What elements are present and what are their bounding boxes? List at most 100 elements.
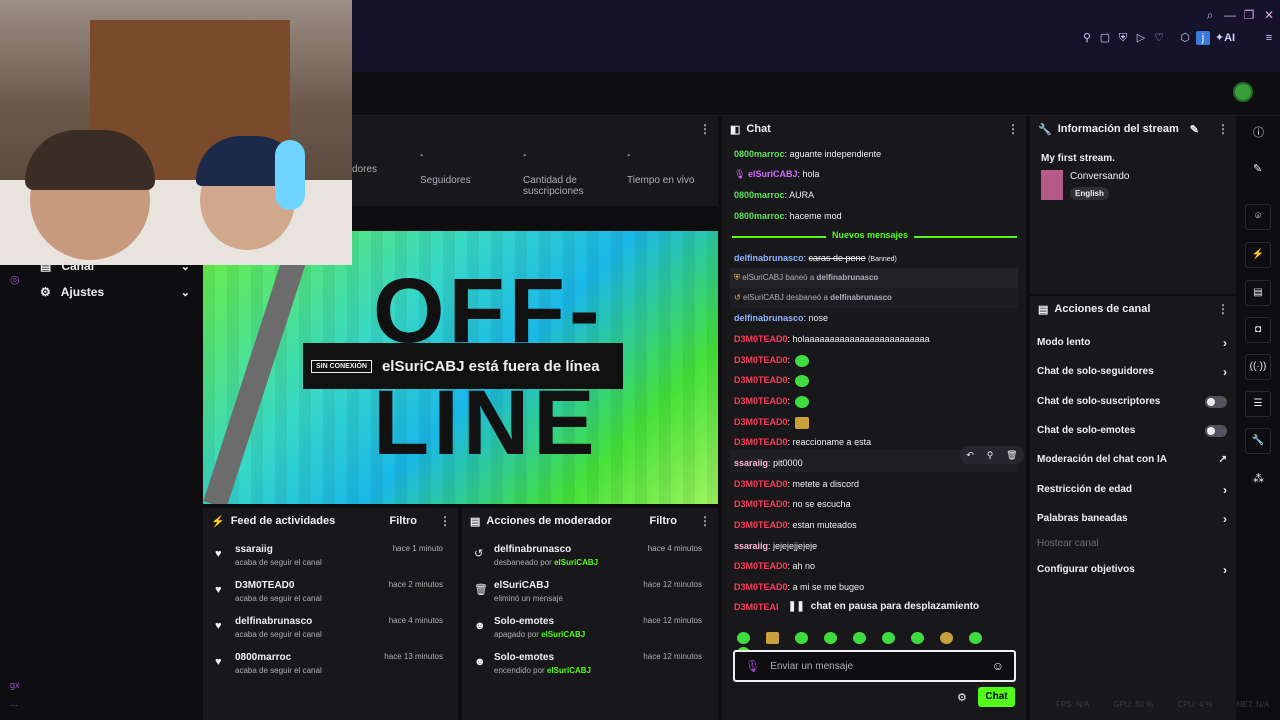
feed-name[interactable]: Solo-emotes: [494, 652, 554, 663]
wrench-icon[interactable]: 🔧: [1245, 428, 1271, 454]
chat-username[interactable]: D3M0TEAD0: [734, 417, 788, 427]
unban-target[interactable]: delfinabrunasco: [830, 293, 892, 302]
info-icon[interactable]: ⓘ: [1253, 124, 1264, 140]
doc-icon[interactable]: ▤: [1245, 280, 1271, 306]
action-age-restriction[interactable]: Restricción de edad ›: [1037, 482, 1227, 498]
obs-icon[interactable]: ◎: [10, 273, 20, 286]
chat-username[interactable]: D3M0TEAD0: [734, 334, 788, 344]
category-thumbnail[interactable]: [1041, 170, 1063, 200]
chat-icon[interactable]: ◘: [1245, 317, 1271, 343]
chat-input[interactable]: 🎙 Enviar un mensaje ☺: [733, 650, 1016, 682]
filter-button[interactable]: Filtro: [390, 515, 418, 527]
action-emotes-only[interactable]: Chat de solo-emotes: [1037, 423, 1227, 439]
feed-by[interactable]: elSuriCABJ: [541, 630, 585, 639]
emote-icon[interactable]: [795, 632, 808, 644]
emote-icon[interactable]: [794, 354, 809, 367]
chat-message[interactable]: D3M0TEAD0:: [734, 394, 809, 408]
more-options-icon[interactable]: ⋮: [439, 514, 451, 528]
chat-username[interactable]: D3M0TEAD0: [734, 520, 788, 530]
emote-icon[interactable]: [824, 632, 837, 644]
chat-username[interactable]: D3M0TEAD0: [734, 437, 788, 447]
shield-icon[interactable]: ⛨: [1116, 31, 1130, 45]
chat-message[interactable]: D3M0TEAD0: holaaaaaaaaaaaaaaaaaaaaaaaaa: [734, 332, 930, 346]
heart-icon[interactable]: ♡: [1152, 31, 1166, 45]
action-ai-moderation[interactable]: Moderación del chat con IA ↗: [1037, 452, 1227, 468]
chat-username[interactable]: elSuriCABJ: [748, 169, 798, 179]
action-followers-only[interactable]: Chat de solo-seguidores ›: [1037, 364, 1227, 380]
chat-message[interactable]: D3M0TEAD0: ah no: [734, 559, 815, 573]
ban-target[interactable]: delfinabrunasco: [817, 273, 879, 282]
emoji-icon[interactable]: ☺: [992, 659, 1004, 673]
chat-settings-icon[interactable]: ⚙: [957, 691, 967, 704]
emote-icon[interactable]: [969, 632, 982, 644]
emote-icon[interactable]: [911, 632, 924, 644]
feed-name[interactable]: Solo-emotes: [494, 616, 554, 627]
filter-button[interactable]: Filtro: [650, 515, 678, 527]
more-options-icon[interactable]: ⋮: [699, 122, 711, 136]
chat-message[interactable]: 0800marroc: aguante independiente: [734, 147, 881, 161]
chat-message[interactable]: 0800marroc: AURA: [734, 188, 814, 202]
extensions-icon[interactable]: ⁂: [1253, 472, 1264, 485]
chat-username[interactable]: 0800marroc: [734, 211, 785, 221]
chat-message[interactable]: 🎙 elSuriCABJ: hola: [734, 167, 820, 181]
emote-icon[interactable]: [794, 395, 809, 408]
extensions-icon[interactable]: ⬡: [1178, 31, 1192, 45]
emote-icon[interactable]: [940, 632, 953, 644]
chat-message[interactable]: ssaraiig: jejejejjejeje: [734, 539, 817, 553]
more-options-icon[interactable]: ⋮: [1217, 122, 1229, 136]
edit-icon[interactable]: ✎: [1253, 162, 1262, 175]
action-configure-goals[interactable]: Configurar objetivos ›: [1037, 562, 1227, 578]
profile-j-icon[interactable]: j: [1196, 31, 1210, 45]
list-icon[interactable]: ☰: [1245, 391, 1271, 417]
chat-message[interactable]: D3M0TEAD0: a mi se me bugeo: [734, 580, 864, 594]
action-slow-mode[interactable]: Modo lento ›: [1037, 335, 1227, 351]
feed-by[interactable]: elSuriCABJ: [554, 558, 598, 567]
chat-username[interactable]: delfinabrunasco: [734, 253, 804, 263]
chat-message[interactable]: D3M0TEAD0:: [734, 415, 809, 429]
more-options-icon[interactable]: ⋮: [1007, 122, 1019, 136]
chat-message[interactable]: D3M0TEAD0: estan muteados: [734, 518, 857, 532]
chat-username[interactable]: D3M0TEAD0: [734, 375, 788, 385]
sidebar-item-ajustes[interactable]: ⚙ Ajustes ⌄: [40, 282, 190, 302]
chat-message[interactable]: D3M0TEAD0: reaccioname a esta: [734, 435, 871, 449]
subscribers-only-toggle[interactable]: [1205, 396, 1227, 408]
ai-icon[interactable]: ✦AI: [1214, 31, 1236, 45]
menu-icon[interactable]: ≡: [1262, 31, 1276, 45]
action-subscribers-only[interactable]: Chat de solo-suscriptores: [1037, 394, 1227, 410]
chat-username[interactable]: D3M0TEAD0: [734, 479, 788, 489]
broadcast-icon[interactable]: ((·)): [1245, 354, 1271, 380]
action-banned-words[interactable]: Palabras baneadas ›: [1037, 511, 1227, 527]
pin-icon[interactable]: ⚲: [987, 450, 994, 461]
more-icon[interactable]: ...: [10, 698, 18, 708]
chat-message[interactable]: delfinabrunasco: caras de pene (Banned): [734, 251, 897, 265]
play-icon[interactable]: ▷: [1134, 31, 1148, 45]
edit-icon[interactable]: ✎: [1190, 123, 1199, 136]
feed-name[interactable]: delfinabrunasco: [235, 616, 312, 627]
chat-message[interactable]: D3M0TEAD0: metete a discord: [734, 477, 859, 491]
feed-name[interactable]: delfinabrunasco: [494, 544, 571, 555]
feed-name[interactable]: 0800marroc: [235, 652, 291, 663]
mic-icon[interactable]: 🎙: [745, 659, 760, 673]
pin-icon[interactable]: ⚲: [1080, 31, 1094, 45]
close-icon[interactable]: ✕: [1262, 8, 1276, 22]
search-icon[interactable]: ⌕: [1203, 8, 1217, 22]
feed-by[interactable]: elSuriCABJ: [547, 666, 591, 675]
chat-message[interactable]: ssaraiig: pit0000: [734, 456, 803, 470]
ban-actor[interactable]: elSuriCABJ: [742, 273, 783, 282]
send-chat-button[interactable]: Chat: [978, 687, 1015, 707]
stream-tag[interactable]: English: [1070, 187, 1109, 200]
gx-label[interactable]: gx: [10, 680, 20, 690]
feed-name[interactable]: D3M0TEAD0: [235, 580, 294, 591]
emote-icon[interactable]: [766, 632, 779, 644]
chat-message[interactable]: D3M0TEAD0: no se escucha: [734, 497, 851, 511]
emote-icon[interactable]: [794, 416, 809, 429]
chat-message[interactable]: 0800marroc: haceme mod: [734, 209, 842, 223]
chat-username[interactable]: D3M0TEAD0: [734, 396, 788, 406]
stream-category[interactable]: Conversando: [1070, 171, 1129, 182]
emote-icon[interactable]: [853, 632, 866, 644]
chat-username[interactable]: 0800marroc: [734, 190, 785, 200]
reply-icon[interactable]: ↶: [966, 450, 974, 461]
offline-player[interactable]: OFF- LINE SIN CONEXIÓN elSuriCABJ está f…: [203, 231, 718, 504]
chat-paused-banner[interactable]: ❚❚ chat en pausa para desplazamiento: [782, 596, 986, 616]
chat-username[interactable]: 0800marroc: [734, 149, 785, 159]
